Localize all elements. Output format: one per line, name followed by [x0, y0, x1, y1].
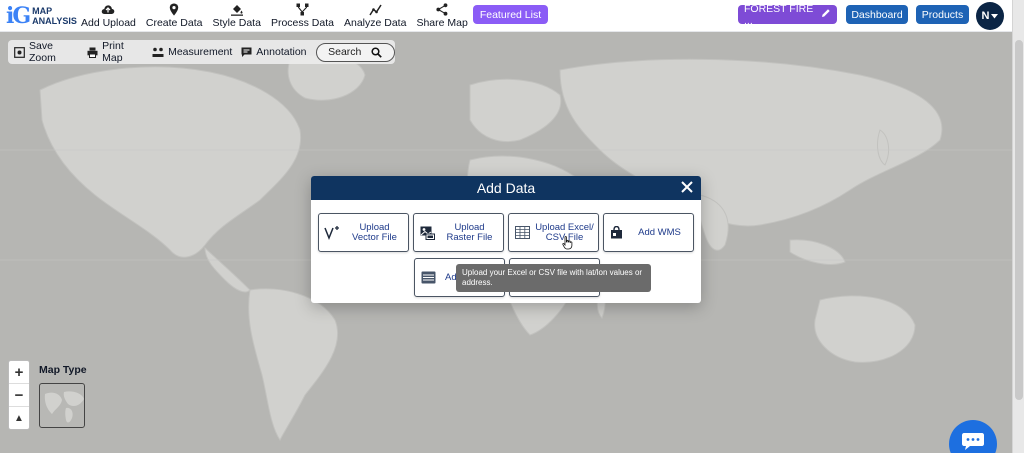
nav-create-data-label: Create Data [145, 16, 203, 29]
nav-analyze-data-label: Analyze Data [343, 16, 407, 29]
search-label: Search [328, 46, 362, 58]
save-zoom-label: Save Zoom [29, 40, 56, 64]
chevron-down-icon [991, 13, 999, 19]
logo-letters: iG [6, 2, 31, 29]
app-logo[interactable]: iG MAP ANALYSIS [6, 2, 77, 29]
print-map-label: Print Map [102, 40, 124, 64]
hand-pointer-icon [562, 236, 573, 255]
scrollbar-thumb[interactable] [1015, 40, 1023, 400]
modal-title: Add Data [476, 180, 536, 196]
project-selector[interactable]: FOREST FIRE ... [738, 2, 837, 27]
printer-icon [87, 47, 98, 58]
save-zoom-button[interactable]: Save Zoom [14, 40, 78, 64]
map-type-label: Map Type [39, 364, 87, 376]
map-thumbnail-icon [44, 391, 84, 423]
page-scrollbar[interactable] [1012, 0, 1024, 453]
zoom-control: + − ▲ [8, 360, 30, 430]
nav-process-data-label: Process Data [270, 16, 334, 29]
upload-vector-file-button[interactable]: Upload Vector File [318, 213, 409, 252]
logo-text: MAP ANALYSIS [32, 6, 77, 26]
nav-share-map[interactable]: Share Map [411, 0, 472, 32]
products-button[interactable]: Products [916, 5, 969, 24]
vector-icon [319, 225, 345, 240]
logo-mark: iG [6, 2, 31, 29]
wms-layer-icon [604, 226, 630, 239]
annotation-button[interactable]: Annotation [241, 46, 307, 58]
nav-create-data[interactable]: Create Data [141, 0, 208, 32]
process-nodes-icon [296, 3, 309, 16]
nav-share-map-label: Share Map [416, 16, 468, 29]
upload-vector-file-label: Upload Vector File [352, 221, 397, 243]
map-toolbar: Save Zoom Print Map Measurement Annotati… [8, 40, 395, 64]
save-zoom-icon [14, 46, 25, 58]
avatar-initial: N [981, 10, 990, 22]
zoom-in-button[interactable]: + [9, 361, 29, 384]
measurement-icon [152, 47, 164, 58]
analyze-chart-icon [369, 3, 382, 16]
add-wms-label: Add WMS [638, 226, 681, 238]
nav-style-data-label: Style Data [212, 16, 261, 29]
nav-style-data[interactable]: Style Data [208, 0, 266, 32]
pencil-icon[interactable] [821, 8, 831, 21]
logo-line-2: ANALYSIS [32, 15, 77, 26]
table-icon [509, 226, 535, 239]
raster-image-icon [414, 226, 440, 240]
project-name: FOREST FIRE ... [744, 2, 814, 27]
measurement-button[interactable]: Measurement [152, 46, 232, 58]
user-avatar[interactable]: N [976, 2, 1004, 30]
nav-analyze-data[interactable]: Analyze Data [339, 0, 411, 32]
share-icon [436, 2, 448, 16]
upload-raster-file-button[interactable]: Upload Raster File [413, 213, 504, 252]
map-type-thumbnail[interactable] [39, 383, 85, 428]
database-icon [415, 271, 441, 284]
search-box[interactable]: Search [315, 42, 395, 62]
dashboard-button[interactable]: Dashboard [846, 5, 908, 24]
upload-csv-tooltip: Upload your Excel or CSV file with lat/l… [456, 264, 651, 292]
add-wms-button[interactable]: Add WMS [603, 213, 694, 252]
upload-raster-file-label: Upload Raster File [446, 221, 493, 243]
logo-line-1: MAP [32, 5, 53, 16]
annotation-label: Annotation [256, 46, 307, 58]
compass-reset-button[interactable]: ▲ [9, 407, 29, 429]
nav-add-upload[interactable]: Add Upload [76, 0, 141, 32]
search-icon [371, 46, 383, 58]
nav-add-upload-label: Add Upload [81, 16, 136, 29]
print-map-button[interactable]: Print Map [87, 40, 143, 64]
modal-header: Add Data [311, 176, 701, 200]
measurement-label: Measurement [168, 46, 233, 58]
zoom-out-button[interactable]: − [9, 384, 29, 407]
nav-process-data[interactable]: Process Data [266, 0, 339, 32]
upload-excel-csv-file-button[interactable]: Upload Excel/ CSV File [508, 213, 599, 252]
close-icon[interactable] [679, 179, 695, 195]
annotation-icon [241, 47, 252, 58]
map-pin-icon [169, 3, 179, 16]
cloud-upload-icon [101, 3, 115, 16]
chat-icon [961, 432, 985, 453]
featured-list-button[interactable]: Featured List [473, 5, 548, 24]
paint-bucket-icon [230, 3, 244, 16]
